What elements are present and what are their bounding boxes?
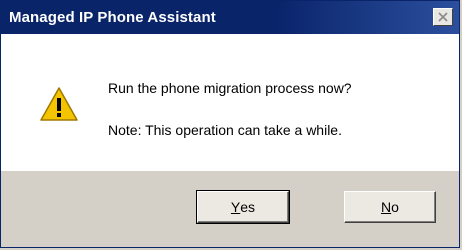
note-text: Note: This operation can take a while. [108,122,342,138]
message-area: Run the phone migration process now? Not… [1,34,459,171]
yes-mnemonic: Y [230,199,241,215]
no-label-rest: o [391,199,399,215]
no-mnemonic: N [381,199,392,215]
button-bar: Yes No [1,171,459,247]
close-button[interactable] [433,8,453,26]
warning-icon [39,86,79,127]
close-icon [438,12,448,22]
yes-button[interactable]: Yes [196,190,290,224]
question-text: Run the phone migration process now? [108,80,352,96]
window-title: Managed IP Phone Assistant [9,9,216,26]
title-bar[interactable]: Managed IP Phone Assistant [1,1,459,34]
no-button[interactable]: No [344,191,436,223]
yes-label-rest: es [240,199,256,215]
dialog-window: Managed IP Phone Assistant Run the phone… [0,0,460,248]
